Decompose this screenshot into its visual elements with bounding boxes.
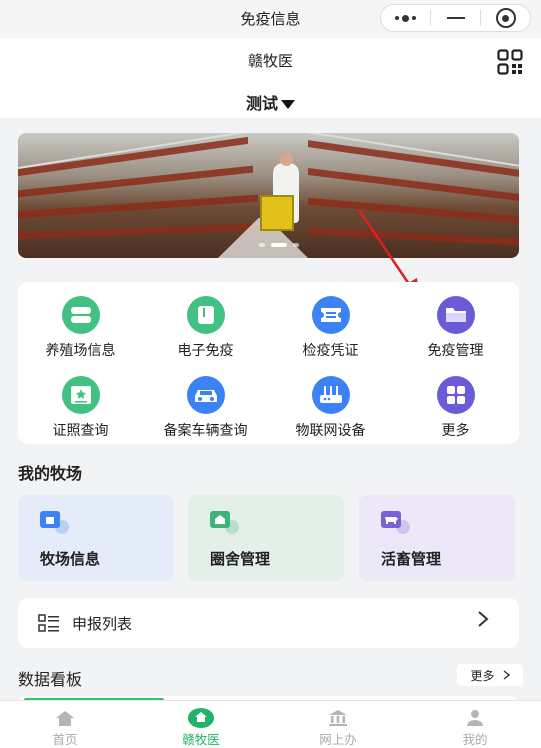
ganmuyi-home-icon [156, 707, 246, 729]
menu-item-quarantine-certificate[interactable]: 检疫凭证 [268, 296, 393, 360]
farm-selector[interactable]: 测试 [0, 90, 541, 114]
app-title: 赣牧医 [247, 52, 293, 70]
banner-carousel[interactable] [18, 133, 519, 258]
bank-icon [293, 707, 383, 729]
car-icon [186, 376, 225, 414]
home-icon [20, 707, 110, 729]
menu-item-label: 检疫凭证 [302, 343, 359, 359]
tab-label: 赣牧医 [182, 732, 220, 747]
livestock-card-icon [381, 511, 410, 534]
grid-more-icon [436, 376, 475, 414]
caret-down-icon [281, 100, 295, 109]
miniprogram-capsule [380, 4, 531, 32]
close-button[interactable] [481, 5, 530, 31]
more-dots-icon [395, 14, 416, 22]
farm-info-card[interactable]: 牧场信息 [18, 495, 174, 581]
window-titlebar: 免疫信息 [0, 0, 541, 38]
license-query-icon [61, 376, 100, 414]
app-header: 赣牧医 测试 [0, 38, 541, 118]
farm-selector-label: 测试 [245, 94, 278, 113]
function-grid: 养殖场信息 电子免疫 检疫凭证 免疫管理 证照查询 备案车辆查询 物联网设备 更… [18, 282, 519, 444]
qr-code-icon[interactable] [497, 49, 523, 75]
tab-ganmuyi[interactable]: 赣牧医 [156, 707, 246, 748]
chevron-right-icon [503, 670, 510, 680]
farm-info-card-label: 牧场信息 [40, 550, 101, 568]
menu-item-license-query[interactable]: 证照查询 [18, 376, 143, 440]
livestock-management-card[interactable]: 活畜管理 [359, 495, 515, 581]
tab-label: 我的 [462, 732, 488, 747]
minimize-icon [446, 17, 465, 19]
tab-home[interactable]: 首页 [20, 707, 110, 748]
tab-label: 网上办 [319, 732, 357, 747]
bottom-tabbar: 首页 赣牧医 网上办 我的 [0, 700, 541, 748]
farm-card-icon [40, 511, 69, 534]
user-icon [430, 707, 520, 729]
farm-info-icon [61, 296, 100, 334]
tab-online-service[interactable]: 网上办 [293, 707, 383, 748]
more-menu-button[interactable] [381, 5, 430, 31]
quarantine-certificate-icon [311, 296, 350, 334]
router-icon [311, 376, 350, 414]
menu-item-label: 证照查询 [52, 423, 109, 439]
list-icon [38, 614, 59, 632]
folder-icon [436, 296, 475, 334]
carousel-indicator [259, 243, 299, 247]
dashboard-title: 数据看板 [18, 670, 83, 689]
pen-card-icon [210, 511, 239, 534]
minimize-button[interactable] [431, 5, 480, 31]
menu-item-label: 免疫管理 [427, 343, 484, 359]
menu-item-farm-info[interactable]: 养殖场信息 [18, 296, 143, 360]
menu-item-registered-vehicle[interactable]: 备案车辆查询 [143, 376, 268, 440]
my-farm-title: 我的牧场 [18, 464, 83, 483]
livestock-management-card-label: 活畜管理 [381, 550, 442, 568]
dashboard-more-label: 更多 [470, 668, 495, 683]
menu-item-immunization-management[interactable]: 免疫管理 [393, 296, 518, 360]
menu-item-e-immunization[interactable]: 电子免疫 [143, 296, 268, 360]
menu-item-label: 更多 [441, 423, 470, 439]
pen-management-card[interactable]: 圈舍管理 [188, 495, 344, 581]
tab-label: 首页 [52, 732, 78, 747]
chevron-right-icon [478, 611, 489, 627]
pen-management-card-label: 圈舍管理 [210, 550, 271, 568]
dashboard-more-button[interactable]: 更多 [457, 664, 523, 686]
report-list-label: 申报列表 [72, 615, 133, 633]
menu-item-label: 备案车辆查询 [163, 423, 248, 439]
e-immunization-icon [186, 296, 225, 334]
menu-item-label: 电子免疫 [177, 343, 234, 359]
report-list-row[interactable]: 申报列表 [18, 598, 519, 648]
close-target-icon [495, 8, 516, 28]
menu-item-more[interactable]: 更多 [393, 376, 518, 440]
menu-item-label: 物联网设备 [295, 423, 366, 439]
menu-item-label: 养殖场信息 [45, 343, 116, 359]
menu-item-iot-device[interactable]: 物联网设备 [268, 376, 393, 440]
tab-mine[interactable]: 我的 [430, 707, 520, 748]
